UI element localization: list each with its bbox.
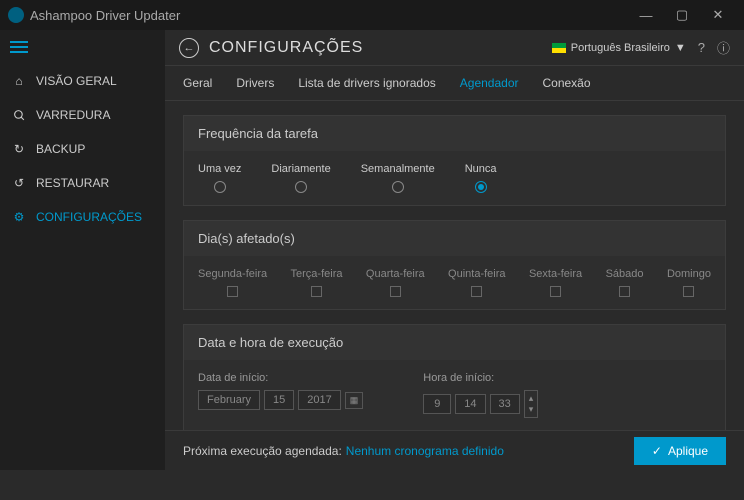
backup-icon: ↻ [12, 142, 26, 156]
language-label: Português Brasileiro [571, 42, 670, 54]
time-label: Hora de início: [423, 372, 538, 384]
calendar-icon[interactable]: ▦ [345, 392, 364, 409]
page-header: ← CONFIGURAÇÕES Português Brasileiro ▼ ?… [165, 30, 744, 66]
day-sunday[interactable]: Domingo [667, 268, 711, 297]
titlebar: Ashampoo Driver Updater — ▢ ✕ [0, 0, 744, 30]
days-title: Dia(s) afetado(s) [184, 221, 725, 256]
chevron-down-icon: ▼ [675, 42, 686, 54]
day-label: Terça-feira [291, 268, 343, 280]
sidebar-item-settings[interactable]: ⚙ CONFIGURAÇÕES [0, 200, 165, 234]
datetime-panel: Data e hora de execução Data de início: … [183, 324, 726, 430]
tabs: Geral Drivers Lista de drivers ignorados… [165, 66, 744, 101]
language-selector[interactable]: Português Brasileiro ▼ [552, 42, 686, 54]
sidebar-item-overview[interactable]: ⌂ VISÃO GERAL [0, 64, 165, 98]
year-field[interactable]: 2017 [298, 390, 340, 410]
day-label: Quinta-feira [448, 268, 505, 280]
days-row: Segunda-feira Terça-feira Quarta-feira Q… [198, 268, 711, 297]
search-icon [12, 108, 26, 122]
frequency-title: Frequência da tarefa [184, 116, 725, 151]
tab-connection[interactable]: Conexão [542, 76, 590, 90]
radio-icon [475, 181, 487, 193]
checkbox-icon [227, 286, 238, 297]
day-label: Segunda-feira [198, 268, 267, 280]
sidebar: ⌂ VISÃO GERAL VARREDURA ↻ BACKUP ↺ RESTA… [0, 30, 165, 470]
radio-icon [295, 181, 307, 193]
checkbox-icon [619, 286, 630, 297]
date-label: Data de início: [198, 372, 363, 384]
page-title: CONFIGURAÇÕES [209, 39, 363, 57]
apply-button[interactable]: ✓ Aplique [634, 437, 726, 465]
gear-icon: ⚙ [12, 210, 26, 224]
tab-ignored[interactable]: Lista de drivers ignorados [298, 76, 435, 90]
day-label: Domingo [667, 268, 711, 280]
radio-icon [214, 181, 226, 193]
second-field[interactable]: 33 [490, 394, 520, 414]
sidebar-item-label: BACKUP [36, 142, 85, 156]
freq-label: Uma vez [198, 163, 241, 175]
sidebar-item-label: CONFIGURAÇÕES [36, 210, 142, 224]
checkbox-icon [683, 286, 694, 297]
minute-field[interactable]: 14 [455, 394, 485, 414]
restore-icon: ↺ [12, 176, 26, 190]
freq-label: Semanalmente [361, 163, 435, 175]
day-thursday[interactable]: Quinta-feira [448, 268, 505, 297]
footer: Próxima execução agendada: Nenhum cronog… [165, 430, 744, 470]
checkbox-icon [311, 286, 322, 297]
sidebar-item-label: VISÃO GERAL [36, 74, 117, 88]
datetime-title: Data e hora de execução [184, 325, 725, 360]
app-title: Ashampoo Driver Updater [30, 8, 180, 23]
days-panel: Dia(s) afetado(s) Segunda-feira Terça-fe… [183, 220, 726, 310]
frequency-options: Uma vez Diariamente Semanalmente Nu [198, 163, 711, 193]
day-tuesday[interactable]: Terça-feira [291, 268, 343, 297]
checkbox-icon [471, 286, 482, 297]
day-monday[interactable]: Segunda-feira [198, 268, 267, 297]
spinner-icon[interactable]: ▴▾ [524, 390, 539, 418]
minimize-button[interactable]: — [628, 8, 664, 23]
day-wednesday[interactable]: Quarta-feira [366, 268, 425, 297]
day-label: Quarta-feira [366, 268, 425, 280]
sidebar-item-scan[interactable]: VARREDURA [0, 98, 165, 132]
next-run-value: Nenhum cronograma definido [346, 444, 504, 458]
apply-label: Aplique [668, 444, 708, 458]
tab-general[interactable]: Geral [183, 76, 212, 90]
day-friday[interactable]: Sexta-feira [529, 268, 582, 297]
hamburger-icon[interactable] [0, 30, 165, 64]
frequency-panel: Frequência da tarefa Uma vez Diariamente… [183, 115, 726, 206]
close-button[interactable]: ✕ [700, 7, 736, 23]
day-field[interactable]: 15 [264, 390, 294, 410]
checkbox-icon [550, 286, 561, 297]
check-icon: ✓ [652, 444, 662, 458]
freq-option-daily[interactable]: Diariamente [271, 163, 330, 193]
day-label: Sábado [606, 268, 644, 280]
freq-option-never[interactable]: Nunca [465, 163, 497, 193]
day-saturday[interactable]: Sábado [606, 268, 644, 297]
checkbox-icon [390, 286, 401, 297]
sidebar-item-restore[interactable]: ↺ RESTAURAR [0, 166, 165, 200]
freq-label: Nunca [465, 163, 497, 175]
tab-drivers[interactable]: Drivers [236, 76, 274, 90]
back-button[interactable]: ← [179, 38, 199, 58]
freq-option-weekly[interactable]: Semanalmente [361, 163, 435, 193]
maximize-button[interactable]: ▢ [664, 7, 700, 23]
freq-label: Diariamente [271, 163, 330, 175]
radio-icon [392, 181, 404, 193]
home-icon: ⌂ [12, 74, 26, 88]
next-run-label: Próxima execução agendada: [183, 444, 342, 458]
flag-icon [552, 43, 566, 53]
app-logo-icon [8, 7, 24, 23]
help-icon[interactable]: ? [698, 40, 705, 55]
freq-option-once[interactable]: Uma vez [198, 163, 241, 193]
sidebar-item-label: RESTAURAR [36, 176, 109, 190]
hour-field[interactable]: 9 [423, 394, 451, 414]
tab-scheduler[interactable]: Agendador [460, 76, 519, 90]
sidebar-item-backup[interactable]: ↻ BACKUP [0, 132, 165, 166]
info-icon[interactable]: ⓘ [717, 38, 730, 57]
day-label: Sexta-feira [529, 268, 582, 280]
month-field[interactable]: February [198, 390, 260, 410]
sidebar-item-label: VARREDURA [36, 108, 110, 122]
